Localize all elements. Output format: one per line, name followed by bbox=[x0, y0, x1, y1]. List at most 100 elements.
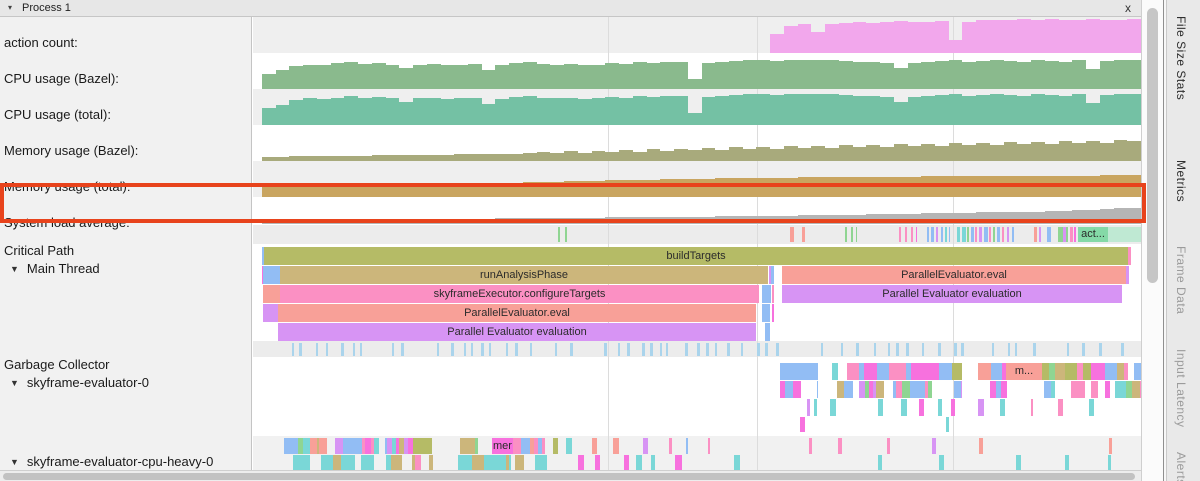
trace-slice[interactable] bbox=[856, 227, 857, 242]
trace-slice[interactable] bbox=[899, 227, 901, 242]
trace-slice[interactable] bbox=[1034, 227, 1037, 242]
horizontal-scrollbar[interactable] bbox=[0, 470, 1163, 481]
trace-slice[interactable] bbox=[595, 455, 600, 470]
close-button[interactable]: x bbox=[1125, 1, 1131, 15]
trace-slice[interactable] bbox=[734, 455, 739, 470]
trace-slice[interactable] bbox=[558, 227, 560, 242]
trace-slice[interactable] bbox=[1002, 227, 1004, 242]
trace-slice[interactable] bbox=[1082, 343, 1084, 356]
trace-slice[interactable] bbox=[715, 343, 717, 356]
trace-slice[interactable] bbox=[565, 227, 567, 242]
trace-slice[interactable] bbox=[1063, 227, 1066, 242]
trace-slice-labeled[interactable]: ParallelEvaluator.eval bbox=[278, 304, 756, 322]
trace-slice[interactable] bbox=[451, 343, 453, 356]
trace-slice[interactable] bbox=[1015, 343, 1017, 356]
trace-slice[interactable] bbox=[292, 343, 294, 356]
trace-slice[interactable] bbox=[391, 455, 402, 470]
trace-slice[interactable] bbox=[841, 343, 843, 356]
trace-slice[interactable] bbox=[1089, 399, 1094, 416]
side-tab-input-latency[interactable]: Input Latency bbox=[1174, 349, 1188, 428]
area-chart-system-load-average[interactable] bbox=[262, 197, 1141, 224]
trace-slice[interactable] bbox=[624, 455, 629, 470]
trace-slice[interactable] bbox=[353, 343, 355, 356]
trace-slice[interactable] bbox=[802, 227, 805, 242]
trace-slice[interactable] bbox=[666, 343, 668, 356]
trace-slice[interactable] bbox=[922, 343, 924, 356]
trace-slice[interactable] bbox=[762, 285, 771, 303]
trace-slice[interactable] bbox=[878, 455, 882, 470]
trace-slice[interactable] bbox=[1099, 343, 1102, 356]
trace-slice[interactable] bbox=[851, 227, 853, 242]
trace-slice[interactable] bbox=[326, 343, 328, 356]
trace-slice[interactable] bbox=[741, 343, 743, 356]
trace-slice[interactable] bbox=[993, 227, 995, 242]
trace-slice[interactable] bbox=[1000, 399, 1005, 416]
trace-slice[interactable] bbox=[902, 381, 910, 398]
trace-slice[interactable] bbox=[727, 343, 730, 356]
trace-slice[interactable] bbox=[1039, 227, 1041, 242]
main-thread-row-4[interactable]: Parallel Evaluator evaluation bbox=[262, 323, 1141, 341]
main-thread-row-0[interactable]: buildTargets bbox=[262, 247, 1141, 265]
trace-slice[interactable] bbox=[1082, 381, 1085, 398]
trace-slice[interactable] bbox=[299, 343, 302, 356]
trace-slice[interactable] bbox=[962, 227, 966, 242]
trace-slice[interactable] bbox=[471, 343, 474, 356]
horizontal-scrollbar-thumb[interactable] bbox=[3, 473, 1135, 480]
main-thread-row-2[interactable]: skyframeExecutor.configureTargetsParalle… bbox=[262, 285, 1141, 303]
trace-slice[interactable] bbox=[979, 227, 982, 242]
trace-slice[interactable] bbox=[263, 304, 278, 322]
trace-slice[interactable] bbox=[429, 455, 432, 470]
trace-slice[interactable] bbox=[928, 381, 932, 398]
trace-slice[interactable] bbox=[793, 381, 801, 398]
trace-slice[interactable] bbox=[1008, 343, 1010, 356]
trace-slice[interactable] bbox=[916, 381, 925, 398]
block-track[interactable] bbox=[262, 417, 1141, 432]
area-chart-cpu-usage-total-[interactable] bbox=[262, 89, 1141, 125]
trace-slice[interactable] bbox=[938, 343, 941, 356]
main-thread-row-3[interactable]: ParallelEvaluator.eval bbox=[262, 304, 1141, 322]
trace-slice[interactable] bbox=[989, 227, 991, 242]
trace-slice[interactable] bbox=[951, 399, 954, 416]
trace-slice[interactable] bbox=[578, 455, 584, 470]
trace-slice[interactable] bbox=[651, 455, 655, 470]
trace-slice[interactable] bbox=[772, 304, 774, 322]
trace-slice[interactable] bbox=[351, 455, 355, 470]
cpuheavy-level2-track[interactable] bbox=[262, 455, 1141, 470]
trace-slice[interactable] bbox=[1108, 455, 1111, 470]
trace-slice[interactable] bbox=[911, 227, 913, 242]
trace-slice[interactable] bbox=[303, 455, 310, 470]
trace-slice[interactable] bbox=[785, 381, 794, 398]
trace-slice[interactable] bbox=[1016, 455, 1021, 470]
trace-slice[interactable] bbox=[321, 455, 332, 470]
trace-slice[interactable] bbox=[1044, 381, 1051, 398]
trace-slice[interactable] bbox=[916, 227, 917, 242]
trace-slice[interactable] bbox=[771, 266, 774, 284]
area-chart-memory-usage-bazel-[interactable] bbox=[262, 125, 1141, 161]
trace-slice[interactable] bbox=[945, 227, 947, 242]
trace-slice[interactable] bbox=[975, 227, 977, 242]
trace-slice[interactable] bbox=[1033, 343, 1035, 356]
trace-slice[interactable] bbox=[530, 343, 532, 356]
trace-slice[interactable] bbox=[636, 455, 642, 470]
side-tab-metrics[interactable]: Metrics bbox=[1174, 160, 1188, 202]
trace-slice[interactable] bbox=[961, 381, 962, 398]
trace-slice-labeled[interactable]: skyframeExecutor.configureTargets bbox=[280, 285, 759, 303]
trace-slice[interactable] bbox=[1007, 227, 1009, 242]
trace-slice[interactable] bbox=[464, 343, 466, 356]
trace-slice[interactable] bbox=[570, 343, 572, 356]
trace-slice[interactable] bbox=[845, 227, 847, 242]
evaluator0-level3-track[interactable] bbox=[262, 399, 1141, 416]
trace-slice[interactable] bbox=[341, 343, 343, 356]
trace-slice[interactable] bbox=[984, 227, 988, 242]
trace-slice[interactable] bbox=[489, 343, 492, 356]
block-track[interactable] bbox=[262, 438, 1141, 454]
trace-slice[interactable] bbox=[1126, 266, 1129, 284]
trace-slice[interactable] bbox=[814, 399, 817, 416]
trace-slice[interactable] bbox=[817, 381, 818, 398]
trace-slice[interactable] bbox=[660, 343, 662, 356]
trace-slice[interactable] bbox=[1001, 381, 1007, 398]
trace-slice[interactable] bbox=[413, 438, 432, 454]
side-tab-frame-data[interactable]: Frame Data bbox=[1174, 246, 1188, 314]
trace-slice[interactable] bbox=[642, 343, 645, 356]
trace-slice[interactable] bbox=[392, 343, 394, 356]
